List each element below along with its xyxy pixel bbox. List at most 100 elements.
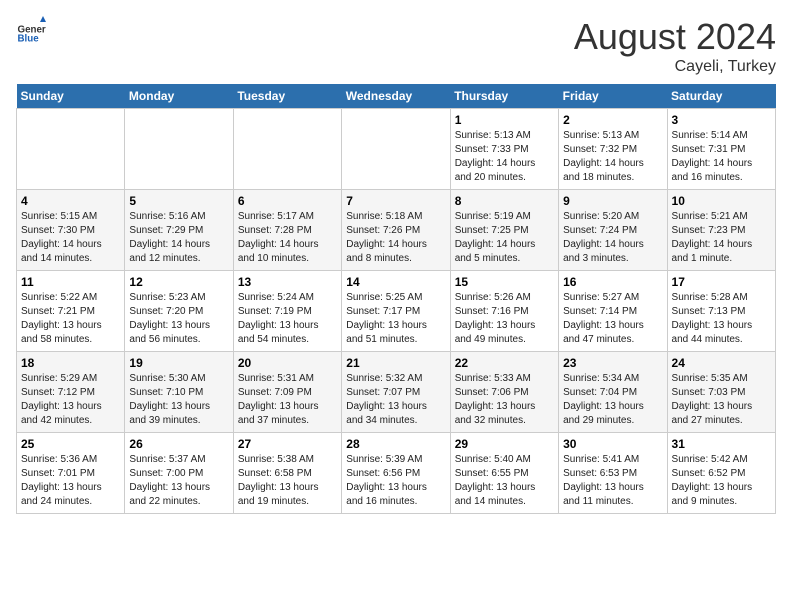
calendar-day-cell: 19Sunrise: 5:30 AM Sunset: 7:10 PM Dayli… (125, 352, 233, 433)
logo-icon: General Blue (16, 16, 46, 46)
calendar-day-cell: 21 Sunrise: 5:32 AM Sunset: 7:07 PM Dayli… (342, 352, 450, 433)
day-info: Sunrise: 5:41 AM Sunset: 6:53 PM Dayligh… (563, 453, 662, 509)
weekday-header-friday: Friday (559, 84, 667, 109)
calendar-day-cell: 1Sunrise: 5:13 AM Sunset: 7:33 PM Daylig… (450, 109, 558, 190)
calendar-day-cell: 26Sunrise: 5:37 AM Sunset: 7:00 PM Dayli… (125, 433, 233, 514)
calendar-day-cell: 25 Sunrise: 5:36 AM Sunset: 7:01 PM Dayli… (17, 433, 125, 514)
weekday-header-wednesday: Wednesday (342, 84, 450, 109)
day-number: 9 (563, 194, 662, 208)
weekday-header-saturday: Saturday (667, 84, 775, 109)
calendar-day-cell: 30 Sunrise: 5:41 AM Sunset: 6:53 PM Dayli… (559, 433, 667, 514)
day-info: Sunrise: 5:14 AM Sunset: 7:31 PM Dayligh… (672, 129, 771, 185)
day-info: Sunrise: 5:28 AM Sunset: 7:13 PM Dayligh… (672, 291, 771, 347)
calendar-day-cell: 12Sunrise: 5:23 AM Sunset: 7:20 PM Dayli… (125, 271, 233, 352)
day-info: Sunrise: 5:24 AM Sunset: 7:19 PM Dayligh… (238, 291, 337, 347)
day-number: 20 (238, 356, 337, 370)
calendar-day-cell: 9 Sunrise: 5:20 AM Sunset: 7:24 PM Daylig… (559, 190, 667, 271)
calendar-body: 1Sunrise: 5:13 AM Sunset: 7:33 PM Daylig… (17, 109, 776, 514)
page-header: General Blue August 2024 Cayeli, Turkey (16, 16, 776, 76)
calendar-day-cell (125, 109, 233, 190)
calendar-day-cell: 22 Sunrise: 5:33 AM Sunset: 7:06 PM Dayli… (450, 352, 558, 433)
day-info: Sunrise: 5:34 AM Sunset: 7:04 PM Dayligh… (563, 372, 662, 428)
day-number: 17 (672, 275, 771, 289)
weekday-header-row: SundayMondayTuesdayWednesdayThursdayFrid… (17, 84, 776, 109)
logo: General Blue (16, 16, 46, 46)
weekday-header-sunday: Sunday (17, 84, 125, 109)
day-info: Sunrise: 5:23 AM Sunset: 7:20 PM Dayligh… (129, 291, 228, 347)
calendar-day-cell: 23 Sunrise: 5:34 AM Sunset: 7:04 PM Dayli… (559, 352, 667, 433)
day-info: Sunrise: 5:33 AM Sunset: 7:06 PM Dayligh… (455, 372, 554, 428)
day-number: 21 (346, 356, 445, 370)
day-info: Sunrise: 5:18 AM Sunset: 7:26 PM Dayligh… (346, 210, 445, 266)
calendar-day-cell: 3 Sunrise: 5:14 AM Sunset: 7:31 PM Daylig… (667, 109, 775, 190)
calendar-day-cell: 4Sunrise: 5:15 AM Sunset: 7:30 PM Daylig… (17, 190, 125, 271)
day-number: 7 (346, 194, 445, 208)
day-info: Sunrise: 5:20 AM Sunset: 7:24 PM Dayligh… (563, 210, 662, 266)
day-number: 30 (563, 437, 662, 451)
weekday-header-tuesday: Tuesday (233, 84, 341, 109)
calendar-day-cell: 11 Sunrise: 5:22 AM Sunset: 7:21 PM Dayli… (17, 271, 125, 352)
calendar-day-cell (342, 109, 450, 190)
day-info: Sunrise: 5:13 AM Sunset: 7:32 PM Dayligh… (563, 129, 662, 185)
day-number: 23 (563, 356, 662, 370)
day-info: Sunrise: 5:16 AM Sunset: 7:29 PM Dayligh… (129, 210, 228, 266)
day-number: 18 (21, 356, 120, 370)
day-number: 28 (346, 437, 445, 451)
calendar-header: SundayMondayTuesdayWednesdayThursdayFrid… (17, 84, 776, 109)
day-number: 6 (238, 194, 337, 208)
day-info: Sunrise: 5:21 AM Sunset: 7:23 PM Dayligh… (672, 210, 771, 266)
calendar-day-cell: 5Sunrise: 5:16 AM Sunset: 7:29 PM Daylig… (125, 190, 233, 271)
calendar-day-cell: 18 Sunrise: 5:29 AM Sunset: 7:12 PM Dayli… (17, 352, 125, 433)
svg-text:Blue: Blue (18, 34, 40, 45)
day-info: Sunrise: 5:30 AM Sunset: 7:10 PM Dayligh… (129, 372, 228, 428)
day-info: Sunrise: 5:26 AM Sunset: 7:16 PM Dayligh… (455, 291, 554, 347)
day-info: Sunrise: 5:31 AM Sunset: 7:09 PM Dayligh… (238, 372, 337, 428)
day-number: 14 (346, 275, 445, 289)
day-info: Sunrise: 5:38 AM Sunset: 6:58 PM Dayligh… (238, 453, 337, 509)
calendar-day-cell: 17 Sunrise: 5:28 AM Sunset: 7:13 PM Dayli… (667, 271, 775, 352)
day-number: 4 (21, 194, 120, 208)
weekday-header-thursday: Thursday (450, 84, 558, 109)
day-number: 29 (455, 437, 554, 451)
day-info: Sunrise: 5:13 AM Sunset: 7:33 PM Dayligh… (455, 129, 554, 185)
day-number: 11 (21, 275, 120, 289)
calendar-week-4: 18 Sunrise: 5:29 AM Sunset: 7:12 PM Dayli… (17, 352, 776, 433)
calendar-week-5: 25 Sunrise: 5:36 AM Sunset: 7:01 PM Dayli… (17, 433, 776, 514)
day-number: 16 (563, 275, 662, 289)
calendar-day-cell: 24 Sunrise: 5:35 AM Sunset: 7:03 PM Dayli… (667, 352, 775, 433)
calendar-day-cell: 14Sunrise: 5:25 AM Sunset: 7:17 PM Dayli… (342, 271, 450, 352)
day-number: 13 (238, 275, 337, 289)
calendar-day-cell: 28Sunrise: 5:39 AM Sunset: 6:56 PM Dayli… (342, 433, 450, 514)
day-number: 8 (455, 194, 554, 208)
day-number: 26 (129, 437, 228, 451)
calendar-week-2: 4Sunrise: 5:15 AM Sunset: 7:30 PM Daylig… (17, 190, 776, 271)
weekday-header-monday: Monday (125, 84, 233, 109)
calendar-day-cell: 29 Sunrise: 5:40 AM Sunset: 6:55 PM Dayli… (450, 433, 558, 514)
calendar-day-cell: 16Sunrise: 5:27 AM Sunset: 7:14 PM Dayli… (559, 271, 667, 352)
day-info: Sunrise: 5:40 AM Sunset: 6:55 PM Dayligh… (455, 453, 554, 509)
day-info: Sunrise: 5:22 AM Sunset: 7:21 PM Dayligh… (21, 291, 120, 347)
title-block: August 2024 Cayeli, Turkey (574, 16, 776, 76)
day-info: Sunrise: 5:17 AM Sunset: 7:28 PM Dayligh… (238, 210, 337, 266)
calendar-day-cell: 31Sunrise: 5:42 AM Sunset: 6:52 PM Dayli… (667, 433, 775, 514)
day-number: 31 (672, 437, 771, 451)
day-info: Sunrise: 5:29 AM Sunset: 7:12 PM Dayligh… (21, 372, 120, 428)
day-number: 15 (455, 275, 554, 289)
calendar-week-1: 1Sunrise: 5:13 AM Sunset: 7:33 PM Daylig… (17, 109, 776, 190)
day-number: 22 (455, 356, 554, 370)
day-number: 3 (672, 113, 771, 127)
day-info: Sunrise: 5:35 AM Sunset: 7:03 PM Dayligh… (672, 372, 771, 428)
calendar-day-cell (17, 109, 125, 190)
month-year-title: August 2024 (574, 16, 776, 58)
day-number: 24 (672, 356, 771, 370)
day-number: 27 (238, 437, 337, 451)
day-info: Sunrise: 5:36 AM Sunset: 7:01 PM Dayligh… (21, 453, 120, 509)
day-info: Sunrise: 5:32 AM Sunset: 7:07 PM Dayligh… (346, 372, 445, 428)
day-number: 2 (563, 113, 662, 127)
calendar-day-cell: 8Sunrise: 5:19 AM Sunset: 7:25 PM Daylig… (450, 190, 558, 271)
calendar-day-cell: 2 Sunrise: 5:13 AM Sunset: 7:32 PM Daylig… (559, 109, 667, 190)
calendar-day-cell: 20 Sunrise: 5:31 AM Sunset: 7:09 PM Dayli… (233, 352, 341, 433)
day-number: 25 (21, 437, 120, 451)
calendar-day-cell: 7 Sunrise: 5:18 AM Sunset: 7:26 PM Daylig… (342, 190, 450, 271)
location-subtitle: Cayeli, Turkey (574, 58, 776, 76)
